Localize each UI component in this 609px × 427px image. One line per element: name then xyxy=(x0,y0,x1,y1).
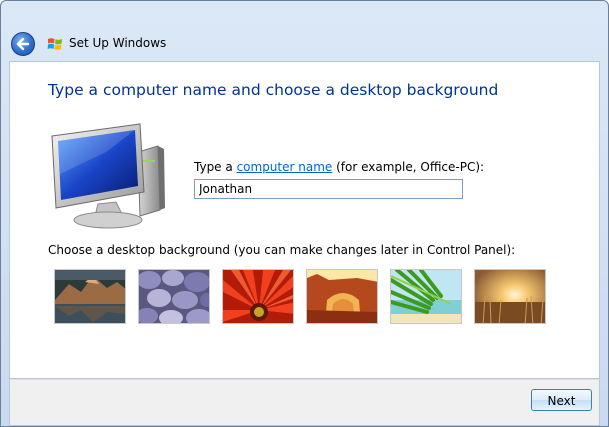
thumbnail-pebbles[interactable] xyxy=(138,269,210,324)
computer-name-label-prefix: Type a xyxy=(194,160,233,174)
back-button[interactable] xyxy=(11,32,35,56)
window-title: Set Up Windows xyxy=(69,36,167,50)
computer-name-label-suffix: (for example, Office-PC): xyxy=(336,160,485,174)
thumbnail-red-flower[interactable] xyxy=(222,269,294,324)
thumbnail-green-leaf[interactable] xyxy=(390,269,462,324)
back-arrow-icon xyxy=(16,37,30,51)
computer-monitor-icon xyxy=(51,123,165,229)
page-heading: Type a computer name and choose a deskto… xyxy=(48,81,499,99)
thumbnail-sunset-field[interactable] xyxy=(474,269,546,324)
setup-window: Set Up Windows Type a computer name and … xyxy=(0,0,609,427)
windows-flag-icon xyxy=(47,38,62,50)
next-button[interactable]: Next xyxy=(531,389,592,411)
footer-bar: Next xyxy=(9,379,600,426)
thumbnail-rock-arch[interactable] xyxy=(306,269,378,324)
computer-name-label: Type a computer name (for example, Offic… xyxy=(194,160,484,174)
computer-name-input[interactable] xyxy=(194,179,463,199)
computer-name-link[interactable]: computer name xyxy=(237,160,333,174)
main-content: Type a computer name and choose a deskto… xyxy=(9,61,600,379)
thumbnail-mountain-lake[interactable] xyxy=(54,269,126,324)
title-bar: Set Up Windows xyxy=(1,1,608,61)
background-label: Choose a desktop background (you can mak… xyxy=(48,243,516,257)
